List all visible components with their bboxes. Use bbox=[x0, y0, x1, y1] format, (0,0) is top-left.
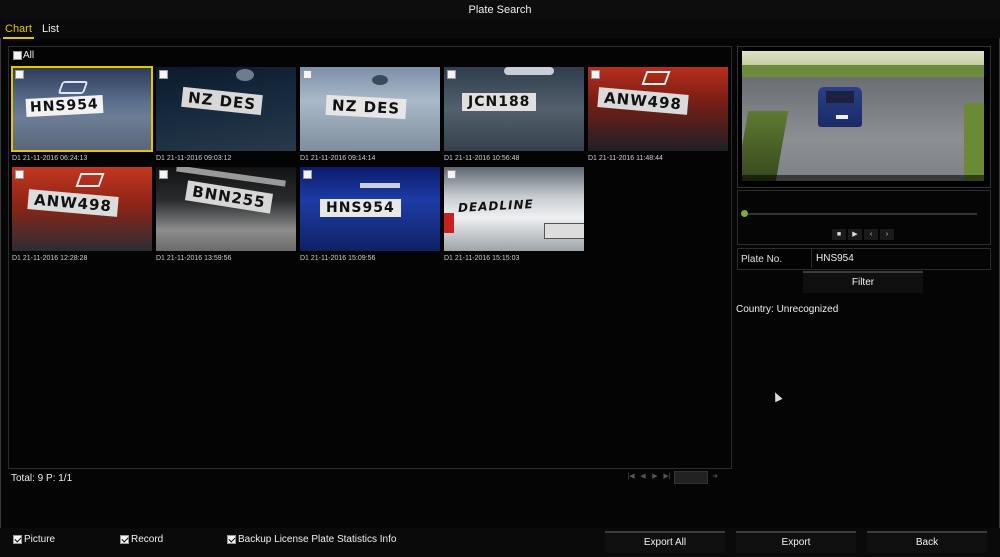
result-caption: D1 21-11-2016 10:56:48 bbox=[444, 155, 520, 162]
record-option[interactable]: Record bbox=[120, 534, 163, 545]
preview-image bbox=[742, 51, 984, 181]
country-label: Country: Unrecognized bbox=[736, 304, 839, 315]
plate-image: JCN188 bbox=[462, 93, 537, 111]
result-thumbnail[interactable]: NZ DES bbox=[300, 67, 440, 151]
plate-image: NZ DES bbox=[325, 94, 407, 120]
result-thumbnail[interactable]: ANW498 bbox=[588, 67, 728, 151]
plate-no-input[interactable]: HNS954 bbox=[811, 249, 989, 268]
filter-button[interactable]: Filter bbox=[803, 271, 923, 293]
select-all-checkbox[interactable] bbox=[13, 51, 22, 60]
result-checkbox[interactable] bbox=[591, 70, 600, 79]
backup-stats-checkbox[interactable] bbox=[227, 535, 236, 544]
stop-icon[interactable]: ■ bbox=[832, 229, 846, 240]
results-footer: Total: 9 P: 1/1 |◀ ◀ ▶ ▶| ➜ bbox=[8, 468, 730, 488]
result-checkbox[interactable] bbox=[159, 70, 168, 79]
result-caption: D1 21-11-2016 09:14:14 bbox=[300, 155, 376, 162]
picture-label: Picture bbox=[24, 534, 56, 545]
result-thumbnail[interactable]: DEADLINE bbox=[444, 167, 584, 251]
result-thumbnail[interactable]: HNS954 bbox=[300, 167, 440, 251]
result-thumbnail[interactable]: JCN188 bbox=[444, 67, 584, 151]
plate-image-partial bbox=[544, 223, 584, 239]
tab-chart[interactable]: Chart bbox=[3, 23, 34, 39]
result-checkbox[interactable] bbox=[447, 70, 456, 79]
car-logo bbox=[75, 173, 105, 187]
result-checkbox[interactable] bbox=[159, 170, 168, 179]
plate-image: ANW498 bbox=[27, 189, 119, 217]
select-all-row[interactable]: All bbox=[13, 50, 34, 61]
result-checkbox[interactable] bbox=[303, 170, 312, 179]
car-logo bbox=[372, 75, 388, 85]
prev-page-icon[interactable]: ◀ bbox=[638, 472, 648, 482]
result-caption: D1 21-11-2016 11:48:44 bbox=[588, 155, 663, 162]
result-thumbnail[interactable]: ANW498 bbox=[12, 167, 152, 251]
result-thumbnail[interactable]: HNS954 bbox=[11, 66, 153, 152]
snapshot-preview bbox=[737, 46, 991, 188]
result-caption: D1 21-11-2016 06:24:13 bbox=[12, 155, 88, 162]
car-logo bbox=[57, 81, 89, 94]
first-page-icon[interactable]: |◀ bbox=[626, 472, 636, 482]
pagination: |◀ ◀ ▶ ▶| ➜ bbox=[626, 470, 720, 484]
playback-control: ■ ▶ ‹ › bbox=[737, 190, 991, 245]
result-checkbox[interactable] bbox=[303, 70, 312, 79]
tail-light bbox=[444, 213, 454, 233]
play-icon[interactable]: ▶ bbox=[848, 229, 862, 240]
title-bar: Plate Search bbox=[0, 0, 1000, 21]
back-button[interactable]: Back bbox=[867, 531, 987, 553]
view-tabs: Chart List bbox=[0, 20, 1000, 39]
plate-no-row: Plate No. HNS954 bbox=[737, 248, 991, 270]
result-checkbox[interactable] bbox=[15, 70, 24, 79]
export-all-button[interactable]: Export All bbox=[605, 531, 725, 553]
next-page-icon[interactable]: ▶ bbox=[650, 472, 660, 482]
results-panel: All HNS954 NZ DES NZ DES JCN188 ANW498 D… bbox=[8, 46, 732, 469]
plate-image: BNN255 bbox=[184, 180, 273, 214]
picture-option[interactable]: Picture bbox=[13, 534, 55, 545]
car-logo bbox=[641, 71, 671, 85]
select-all-label: All bbox=[23, 50, 35, 61]
plate-no-label: Plate No. bbox=[741, 254, 783, 265]
go-page-icon[interactable]: ➜ bbox=[710, 472, 720, 482]
car-logo bbox=[236, 69, 254, 81]
car-trim bbox=[360, 183, 400, 188]
car-trim bbox=[504, 67, 554, 75]
bottom-toolbar: Picture Record Backup License Plate Stat… bbox=[0, 528, 1000, 557]
plate-image: HNS954 bbox=[320, 199, 401, 217]
record-label: Record bbox=[131, 534, 164, 545]
result-caption: D1 21-11-2016 15:09:56 bbox=[300, 255, 376, 262]
result-caption: D1 21-11-2016 12:28:28 bbox=[12, 255, 88, 262]
plate-image: HNS954 bbox=[25, 95, 104, 117]
playback-progress-track[interactable] bbox=[745, 213, 977, 215]
plate-image: ANW498 bbox=[597, 87, 689, 115]
picture-checkbox[interactable] bbox=[13, 535, 22, 544]
result-checkbox[interactable] bbox=[15, 170, 24, 179]
result-thumbnail[interactable]: NZ DES bbox=[156, 67, 296, 151]
result-checkbox[interactable] bbox=[447, 170, 456, 179]
page-input[interactable] bbox=[674, 470, 708, 484]
playback-progress-knob[interactable] bbox=[741, 210, 748, 217]
export-button[interactable]: Export bbox=[736, 531, 856, 553]
backup-stats-option[interactable]: Backup License Plate Statistics Info bbox=[227, 534, 396, 545]
last-page-icon[interactable]: ▶| bbox=[662, 472, 672, 482]
result-caption: D1 21-11-2016 15:15:03 bbox=[444, 255, 520, 262]
window-title: Plate Search bbox=[468, 4, 532, 16]
result-caption: D1 21-11-2016 09:03:12 bbox=[156, 155, 232, 162]
result-thumbnail[interactable]: BNN255 bbox=[156, 167, 296, 251]
plate-image: NZ DES bbox=[181, 86, 263, 116]
backup-stats-label: Backup License Plate Statistics Info bbox=[238, 534, 397, 545]
prev-frame-icon[interactable]: ‹ bbox=[864, 229, 878, 240]
record-checkbox[interactable] bbox=[120, 535, 129, 544]
total-count: Total: 9 P: 1/1 bbox=[11, 473, 73, 484]
next-frame-icon[interactable]: › bbox=[880, 229, 894, 240]
result-caption: D1 21-11-2016 13:59:56 bbox=[156, 255, 232, 262]
tab-list[interactable]: List bbox=[40, 23, 61, 35]
decal-text: DEADLINE bbox=[457, 197, 535, 215]
